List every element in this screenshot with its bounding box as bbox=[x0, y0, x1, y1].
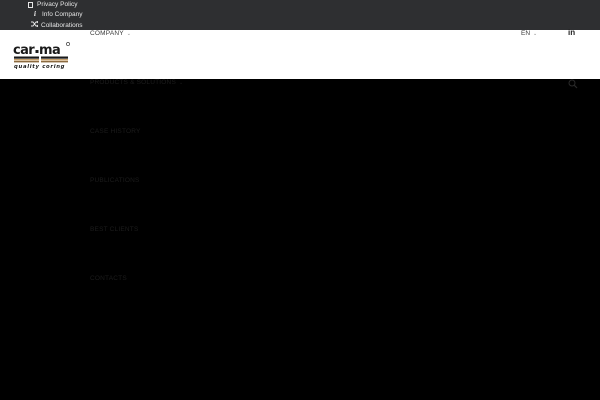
menu-item-label: BEST CLIENTS bbox=[90, 226, 139, 233]
menu-item-products-solutions[interactable]: PRODUCTS & SOLUTIONS ⌄ bbox=[90, 79, 183, 86]
shuffle-icon bbox=[30, 20, 39, 30]
nav-company[interactable]: COMPANY ⌄ bbox=[90, 30, 131, 37]
info-company-label: Info Company bbox=[42, 11, 83, 18]
svg-text:car: car bbox=[13, 43, 35, 58]
search-icon[interactable] bbox=[568, 76, 578, 89]
language-selector[interactable]: EN ⌄ bbox=[521, 30, 537, 37]
chevron-down-icon: ⌄ bbox=[178, 80, 184, 86]
privacy-policy-label: Privacy Policy bbox=[37, 1, 78, 8]
menu-item-label: PRODUCTS & SOLUTIONS bbox=[90, 79, 176, 86]
page: Privacy Policy i Info Company Collaborat… bbox=[0, 0, 600, 400]
chevron-down-icon: ⌄ bbox=[533, 31, 538, 37]
menu-item-best-clients[interactable]: BEST CLIENTS bbox=[90, 226, 139, 233]
svg-text:quality coring: quality coring bbox=[14, 64, 65, 69]
carma-logo[interactable]: car ma quality coring bbox=[13, 39, 71, 70]
nav-company-label: COMPANY bbox=[90, 30, 124, 37]
collaborations-link[interactable]: Collaborations bbox=[30, 20, 83, 30]
menu-item-label: CASE HISTORY bbox=[90, 128, 141, 135]
document-icon bbox=[28, 2, 33, 8]
info-icon: i bbox=[33, 11, 37, 18]
menu-item-case-history[interactable]: CASE HISTORY bbox=[90, 128, 141, 135]
collaborations-label: Collaborations bbox=[41, 21, 83, 29]
main-header: car ma quality coring COMPANY ⌄ EN ⌄ in bbox=[0, 28, 600, 79]
menu-item-label: CONTACTS bbox=[90, 275, 127, 282]
linkedin-icon[interactable]: in bbox=[568, 28, 575, 37]
menu-item-publications[interactable]: PUBLICATIONS bbox=[90, 177, 140, 184]
svg-text:ma: ma bbox=[39, 43, 60, 58]
top-utility-bar: Privacy Policy i Info Company Collaborat… bbox=[0, 0, 600, 30]
privacy-policy-link[interactable]: Privacy Policy bbox=[28, 1, 77, 9]
language-label: EN bbox=[521, 30, 531, 37]
menu-item-contacts[interactable]: CONTACTS bbox=[90, 275, 127, 282]
chevron-down-icon: ⌄ bbox=[126, 31, 132, 37]
info-company-link[interactable]: i Info Company bbox=[31, 11, 83, 19]
menu-item-label: PUBLICATIONS bbox=[90, 177, 140, 184]
